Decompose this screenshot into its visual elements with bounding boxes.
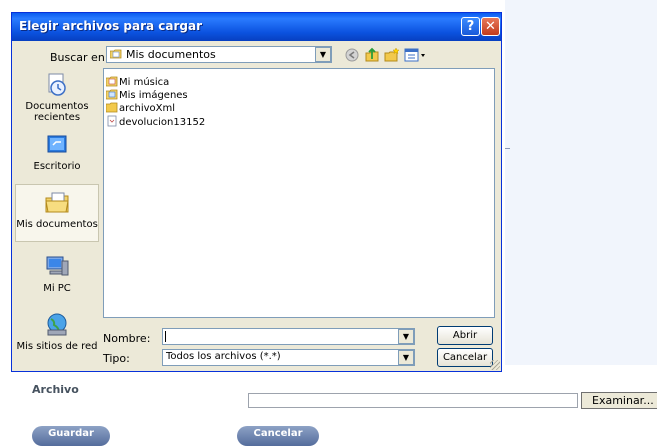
my-documents-icon	[110, 49, 122, 59]
cancel-button[interactable]: Cancelar	[237, 426, 319, 446]
back-icon[interactable]	[344, 47, 360, 63]
place-label-my-computer: Mi PC	[43, 283, 71, 294]
open-button[interactable]: Abrir	[437, 326, 493, 345]
file-name-pictures: Mis imágenes	[119, 90, 188, 101]
place-network[interactable]: Mis sitios de red	[15, 311, 99, 352]
page-side-panel	[505, 0, 657, 365]
folder-icon	[105, 102, 118, 113]
file-item-archivoxml[interactable]: archivoXml	[105, 101, 176, 114]
my-documents-icon	[45, 192, 69, 213]
file-name-music: Mi música	[119, 77, 170, 88]
dialog-title: Elegir archivos para cargar	[19, 19, 203, 33]
archivo-label: Archivo	[32, 383, 79, 396]
look-in-label: Buscar en:	[50, 51, 109, 64]
resize-grip[interactable]	[490, 360, 500, 370]
file-item-pictures[interactable]: Mis imágenes	[105, 88, 188, 101]
file-name-input[interactable]: ▼	[162, 328, 415, 345]
browse-button[interactable]: Examinar...	[581, 392, 657, 409]
desktop-icon	[47, 135, 67, 153]
up-folder-icon[interactable]	[364, 47, 380, 63]
place-label-my-documents: Mis documentos	[16, 219, 98, 230]
pictures-folder-icon	[105, 89, 118, 100]
place-recent-documents[interactable]: Documentos recientes	[15, 71, 99, 123]
file-path-field[interactable]	[248, 393, 578, 408]
place-label-desktop: Escritorio	[33, 161, 81, 172]
help-button[interactable]: ?	[461, 17, 480, 36]
file-list[interactable]: Mi música Mis imágenes archivoXml devolu…	[103, 68, 495, 318]
file-item-music[interactable]: Mi música	[105, 75, 170, 88]
xml-file-icon	[107, 115, 117, 127]
my-computer-icon	[46, 256, 69, 276]
network-places-icon	[47, 313, 67, 336]
file-name-devolucion: devolucion13152	[119, 117, 206, 128]
new-folder-icon[interactable]	[384, 47, 400, 63]
view-menu-icon[interactable]	[404, 47, 428, 63]
look-in-dropdown-button[interactable]: ▼	[315, 47, 331, 62]
place-my-computer[interactable]: Mi PC	[15, 253, 99, 294]
place-label-recent: Documentos recientes	[25, 101, 89, 123]
close-button[interactable]: ✕	[481, 17, 500, 36]
save-button[interactable]: Guardar	[32, 426, 110, 446]
places-bar: Documentos recientes Escritorio Mis docu…	[15, 67, 99, 367]
page-divider	[505, 148, 510, 149]
place-desktop[interactable]: Escritorio	[15, 131, 99, 172]
place-label-network: Mis sitios de red	[16, 341, 98, 352]
place-my-documents[interactable]: Mis documentos	[15, 184, 99, 242]
file-type-dropdown-button[interactable]: ▼	[398, 350, 414, 365]
file-name-archivoxml: archivoXml	[119, 103, 176, 114]
recent-documents-icon	[48, 73, 66, 96]
file-name-dropdown-button[interactable]: ▼	[398, 329, 414, 344]
file-name-label: Nombre:	[103, 332, 151, 345]
music-folder-icon	[105, 76, 118, 87]
look-in-value: Mis documentos	[126, 48, 216, 61]
look-in-select[interactable]: Mis documentos ▼	[106, 46, 332, 63]
dialog-titlebar[interactable]: Elegir archivos para cargar ? ✕	[12, 13, 501, 41]
cancel-dialog-button[interactable]: Cancelar	[437, 348, 493, 367]
file-type-value: Todos los archivos (*.*)	[166, 351, 281, 362]
file-type-select[interactable]: Todos los archivos (*.*) ▼	[162, 349, 415, 366]
text-caret	[165, 331, 166, 342]
file-item-devolucion[interactable]: devolucion13152	[106, 115, 206, 128]
file-open-dialog: Elegir archivos para cargar ? ✕ Buscar e…	[11, 12, 502, 372]
file-type-label: Tipo:	[103, 352, 130, 365]
